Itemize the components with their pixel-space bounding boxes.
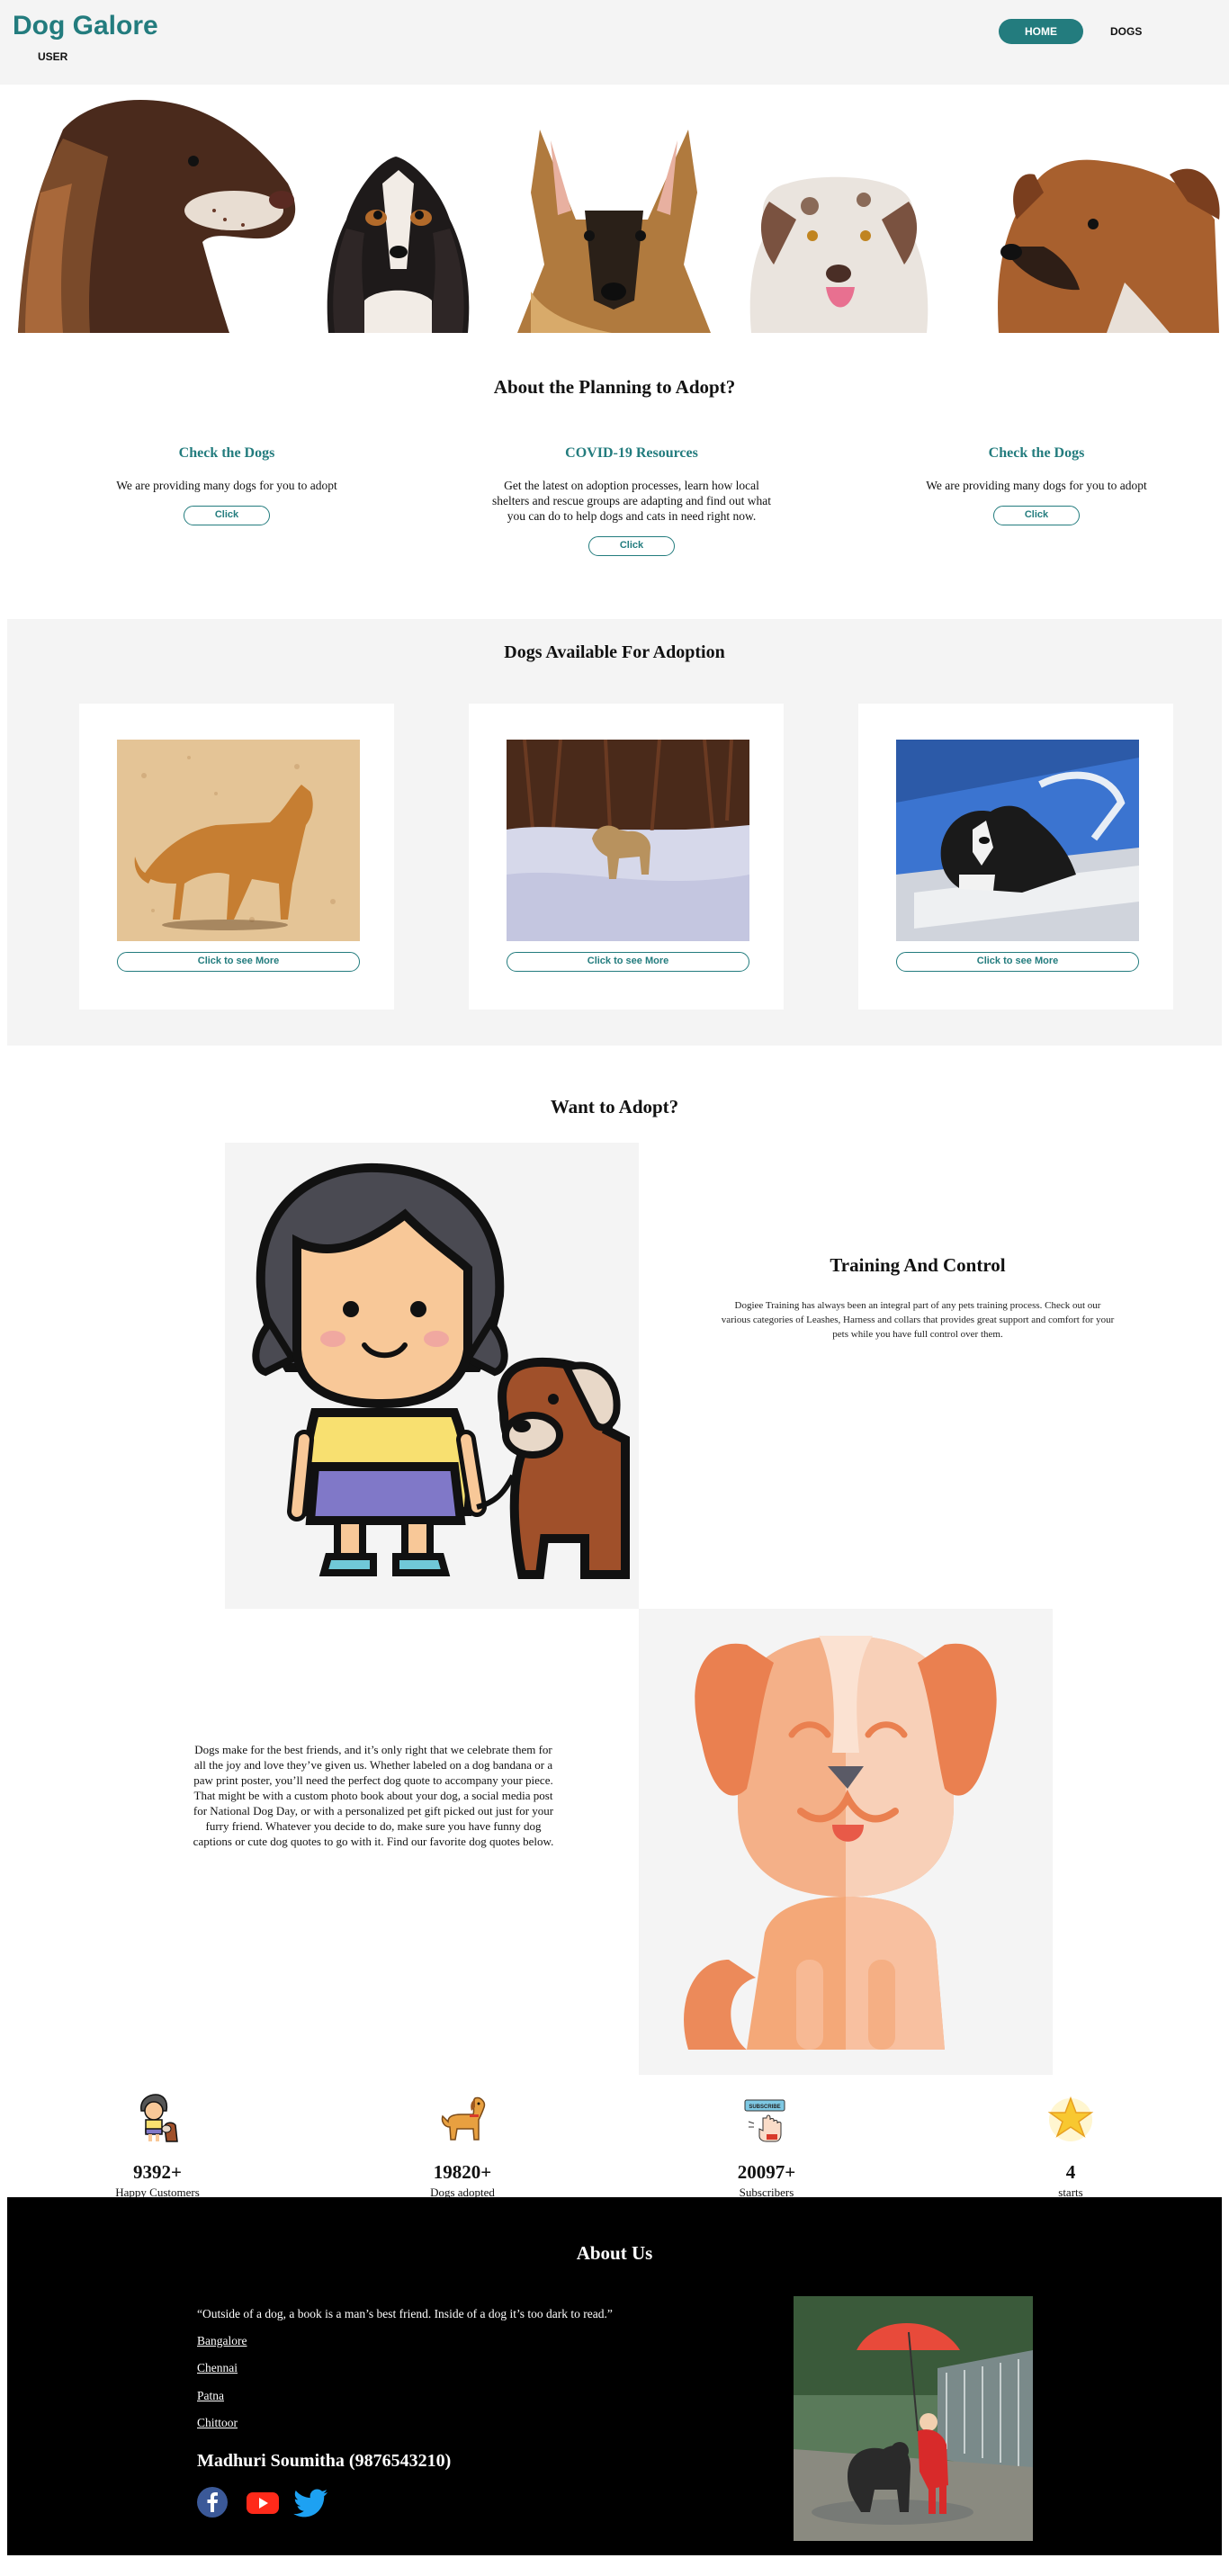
star-icon	[1044, 2091, 1098, 2145]
see-more-button[interactable]: Click to see More	[896, 952, 1139, 972]
owner-contact: Madhuri Soumitha (9876543210)	[197, 2451, 452, 2471]
girl-with-dog-illustration	[225, 1143, 639, 1609]
facebook-icon[interactable]	[197, 2487, 228, 2518]
spaniel-dog-image	[18, 100, 296, 333]
training-title: Training And Control	[830, 1254, 1006, 1276]
adoption-card: Click to see More	[469, 704, 784, 1010]
brown-dog-image	[998, 159, 1220, 333]
girl-umbrella-dog-photo	[794, 2296, 1033, 2541]
cartoon-dog-illustration	[639, 1609, 1053, 2075]
adoption-section: Dogs Available For Adoption Click to see…	[7, 619, 1222, 1046]
planning-cards: Check the Dogs We are providing many dog…	[0, 445, 1229, 625]
see-more-button[interactable]: Click to see More	[117, 952, 360, 972]
stat-item: SUBSCRIBE 20097+ Subscribers	[677, 2091, 857, 2200]
twitter-icon[interactable]	[293, 2487, 329, 2518]
stat-item: 19820+ Dogs adopted	[372, 2091, 552, 2200]
planning-card-button[interactable]: Click	[184, 506, 270, 525]
hero-dogs-image	[18, 100, 1220, 333]
nav-dogs-link[interactable]: DOGS	[1110, 25, 1142, 38]
hero-banner	[0, 85, 1229, 333]
planning-card: Check the Dogs We are providing many dog…	[74, 445, 380, 525]
brand-logo[interactable]: Dog Galore	[13, 11, 158, 41]
planning-card: Check the Dogs We are providing many dog…	[884, 445, 1189, 525]
adoption-card: Click to see More	[858, 704, 1173, 1010]
city-link-chennai[interactable]: Chennai	[197, 2361, 238, 2375]
stat-value: 20097+	[737, 2161, 796, 2183]
planning-section: About the Planning to Adopt? Check the D…	[0, 333, 1229, 612]
subscribe-icon: SUBSCRIBE	[740, 2091, 794, 2145]
site-header: Dog Galore USER HOME DOGS	[0, 0, 1229, 85]
puppy-photo	[896, 740, 1139, 941]
training-text: Dogiee Training has always been an integ…	[721, 1300, 1115, 1340]
user-link[interactable]: USER	[38, 50, 67, 63]
aussie-dog-image	[749, 176, 928, 333]
snow-dog-photo	[507, 740, 749, 941]
planning-title: About the Planning to Adopt?	[493, 376, 736, 398]
planning-card-text: We are providing many dogs for you to ad…	[926, 479, 1147, 492]
dingo-photo	[117, 740, 360, 941]
see-more-button[interactable]: Click to see More	[507, 952, 749, 972]
girl-with-dog-icon	[130, 2091, 184, 2145]
svg-text:SUBSCRIBE: SUBSCRIBE	[749, 2105, 780, 2110]
stat-value: 19820+	[433, 2161, 492, 2183]
city-link-bangalore[interactable]: Bangalore	[197, 2334, 247, 2348]
planning-card-text: Get the latest on adoption processes, le…	[491, 479, 772, 523]
adoption-card: Click to see More	[79, 704, 394, 1010]
dog-quotes-text: Dogs make for the best friends, and it’s…	[193, 1743, 554, 1848]
stat-value: 4	[1065, 2161, 1076, 2183]
about-us-footer: About Us “Outside of a dog, a book is a …	[7, 2197, 1222, 2555]
youtube-icon[interactable]	[245, 2487, 281, 2518]
adoption-title: Dogs Available For Adoption	[504, 642, 725, 662]
want-title: Want to Adopt?	[550, 1096, 679, 1117]
want-to-adopt-section: Want to Adopt? Training And Control Dogi…	[0, 1046, 1229, 2075]
planning-card-title: COVID-19 Resources	[565, 445, 698, 461]
planning-card-title: Check the Dogs	[178, 445, 275, 461]
main-nav: HOME DOGS	[999, 19, 1142, 44]
cavalier-dog-image	[327, 157, 470, 333]
planning-card-button[interactable]: Click	[588, 536, 675, 556]
dog-icon	[435, 2091, 489, 2145]
stat-value: 9392+	[133, 2161, 182, 2183]
planning-card-text: We are providing many dogs for you to ad…	[116, 479, 337, 492]
training-block: Training And Control Dogiee Training has…	[720, 1254, 1116, 1342]
city-link-chittoor[interactable]: Chittoor	[197, 2416, 238, 2430]
planning-card-title: Check the Dogs	[988, 445, 1085, 461]
shepherd-dog-image	[517, 130, 711, 333]
stat-item: 9392+ Happy Customers	[67, 2091, 247, 2200]
planning-card: COVID-19 Resources Get the latest on ado…	[479, 445, 785, 556]
city-link-patna[interactable]: Patna	[197, 2389, 224, 2403]
stat-item: 4 starts	[981, 2091, 1161, 2200]
planning-card-button[interactable]: Click	[993, 506, 1080, 525]
about-quote: “Outside of a dog, a book is a man’s bes…	[197, 2307, 613, 2320]
stats-row: 9392+ Happy Customers 19820+ Dogs adopte…	[0, 2071, 1229, 2200]
nav-home-button[interactable]: HOME	[999, 19, 1083, 44]
about-title: About Us	[576, 2242, 653, 2264]
